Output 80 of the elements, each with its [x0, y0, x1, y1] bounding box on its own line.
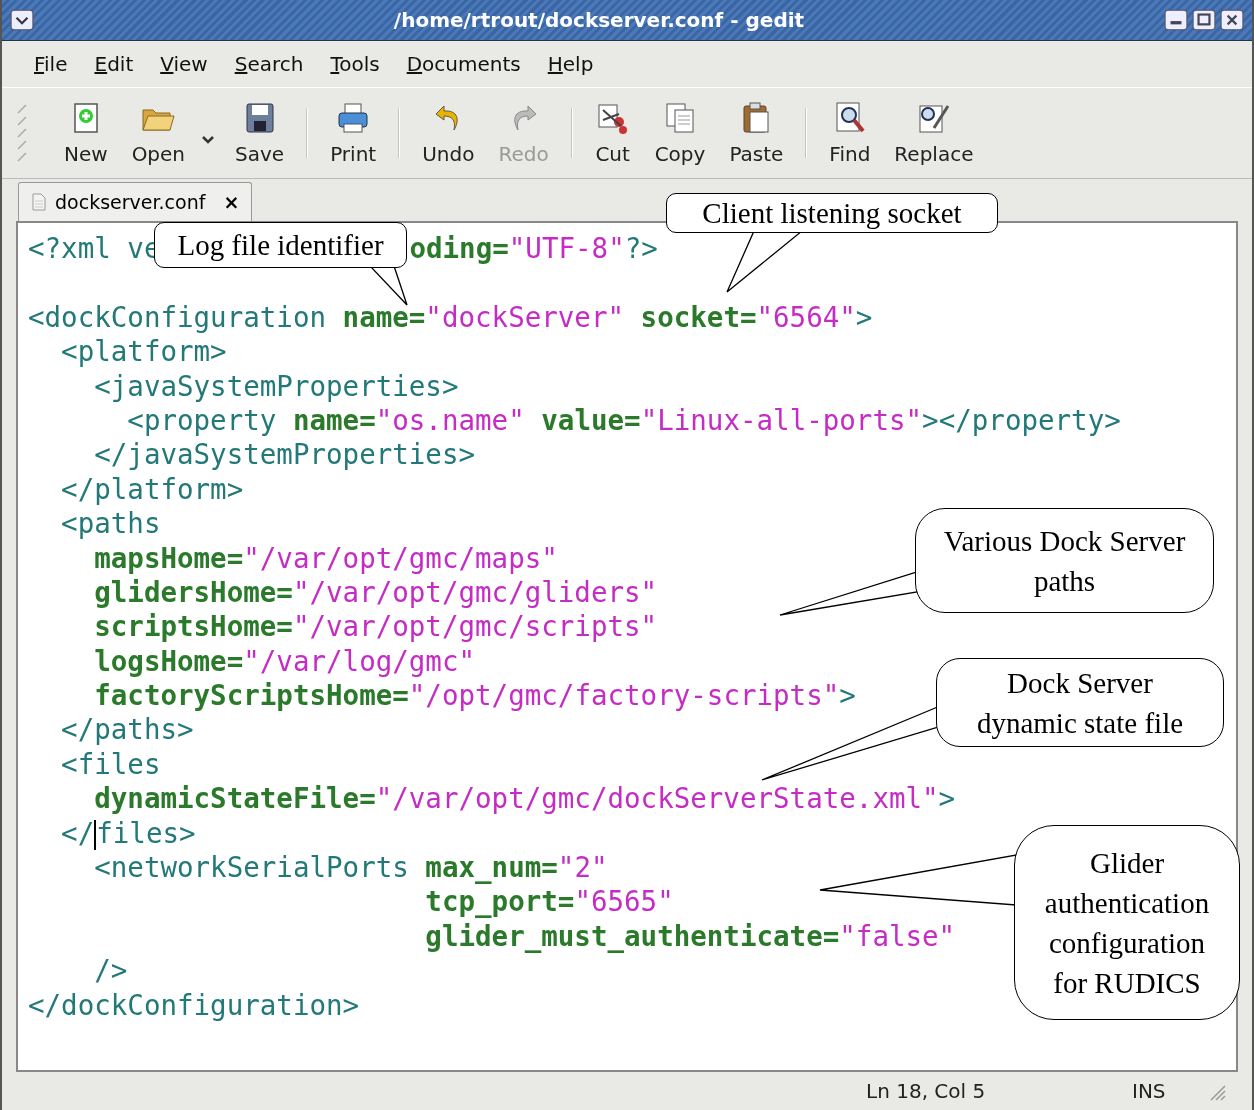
menu-item[interactable]: File — [34, 52, 68, 76]
code-text: "/var/opt/gmc/maps" — [243, 541, 558, 574]
code-text: logsHome= — [93, 644, 244, 677]
tab-label: dockserver.conf — [55, 191, 206, 213]
code-text: glider_must_authenticate= — [424, 919, 840, 952]
menu-item[interactable]: Tools — [330, 52, 380, 76]
code-text: </ — [60, 816, 95, 849]
toolbar-button[interactable]: New — [52, 100, 120, 166]
code-text: </dockConfiguration> — [28, 988, 360, 1021]
code-text: mapsHome= — [93, 541, 244, 574]
menu-item[interactable]: Documents — [406, 52, 521, 76]
code-text: /> — [93, 954, 128, 987]
callout-text: Various Dock Server paths — [915, 508, 1214, 613]
code-text: tcp_port= — [424, 885, 575, 918]
code-text: "dockServer" — [425, 300, 625, 333]
insert-mode: INS — [1132, 1079, 1166, 1103]
toolbar-button[interactable]: Print — [318, 100, 389, 166]
code-text: <property — [126, 403, 277, 436]
code-text: "/var/opt/gmc/gliders" — [292, 575, 658, 608]
toolbar-button[interactable]: Find — [817, 100, 883, 166]
code-text: <javaSystemProperties> — [93, 369, 459, 402]
close-tab-button[interactable]: × — [223, 191, 240, 213]
code-text: <dockConfiguration — [28, 300, 326, 333]
code-text: "Linux-all-ports" — [640, 403, 923, 436]
code-text: ?> — [624, 232, 658, 264]
menu-item[interactable]: Edit — [94, 52, 134, 76]
callout-text: Glider authentication configuration for RUDICS — [1014, 825, 1240, 1020]
code-text: "2" — [557, 851, 608, 884]
code-text: value= — [540, 403, 641, 436]
menu-item[interactable]: Help — [547, 52, 594, 76]
code-text: name= — [291, 403, 376, 436]
code-text: files> — [96, 816, 196, 849]
code-text: factoryScriptsHome= — [93, 679, 409, 712]
maximize-icon[interactable] — [1192, 9, 1216, 31]
code-text: > — [855, 300, 873, 333]
cursor-position: Ln 18, Col 5 — [866, 1079, 987, 1103]
toolbar-button[interactable]: Save — [223, 100, 297, 166]
menu-item[interactable]: View — [160, 52, 208, 76]
code-text: "/var/opt/gmc/scripts" — [292, 610, 658, 643]
code-text: <networkSerialPorts — [93, 851, 409, 884]
document-tab[interactable]: dockserver.conf × — [18, 182, 253, 221]
code-text: > — [938, 782, 956, 815]
code-text: <paths — [60, 507, 161, 540]
toolbar-button[interactable]: Copy — [642, 100, 718, 166]
toolbar-button[interactable]: Paste — [717, 100, 796, 166]
callout-text: Dock Server dynamic state file — [936, 658, 1224, 747]
toolbar-button[interactable]: Cut — [582, 100, 643, 166]
code-text: dynamicStateFile= — [93, 782, 376, 815]
code-text: name= — [341, 300, 426, 333]
code-text: </platform> — [60, 472, 244, 505]
code-text: "os.name" — [375, 403, 525, 436]
menu-item[interactable]: Search — [234, 52, 304, 76]
code-text: glidersHome= — [93, 575, 293, 608]
code-text: </javaSystemProperties> — [93, 438, 476, 471]
code-text: "6564" — [756, 300, 856, 333]
code-text: "false" — [839, 919, 956, 952]
code-text: <platform> — [60, 335, 227, 368]
code-text: "/opt/gmc/factory-scripts" — [408, 679, 840, 712]
toolbar-button[interactable]: Replace — [882, 100, 986, 166]
code-text: <files — [60, 747, 161, 780]
code-text: ></property> — [922, 403, 1121, 436]
caret-icon[interactable] — [201, 135, 216, 145]
window-title: /home/rtrout/dockserver.conf - gedit — [392, 8, 806, 32]
code-text: "/var/opt/gmc/dockServerState.xml" — [375, 782, 939, 815]
code-text: oding= — [409, 232, 509, 264]
toolbar-button[interactable]: Open — [119, 100, 198, 166]
code-text: "/var/log/gmc" — [243, 644, 476, 677]
code-text: "6565" — [574, 885, 674, 918]
code-text: > — [839, 679, 856, 712]
code-text: socket= — [639, 300, 757, 333]
toolbar-grip-icon[interactable] — [16, 103, 28, 163]
code-text: max_num= — [424, 851, 558, 884]
window-menu-icon[interactable] — [10, 9, 34, 31]
document-icon — [31, 193, 47, 211]
toolbar-button[interactable]: Undo — [410, 100, 487, 166]
minimize-icon[interactable] — [1164, 9, 1188, 31]
code-text: "UTF-8" — [508, 232, 625, 264]
code-text: </paths> — [60, 713, 194, 746]
close-icon[interactable] — [1220, 9, 1244, 31]
code-text: scriptsHome= — [93, 610, 293, 643]
